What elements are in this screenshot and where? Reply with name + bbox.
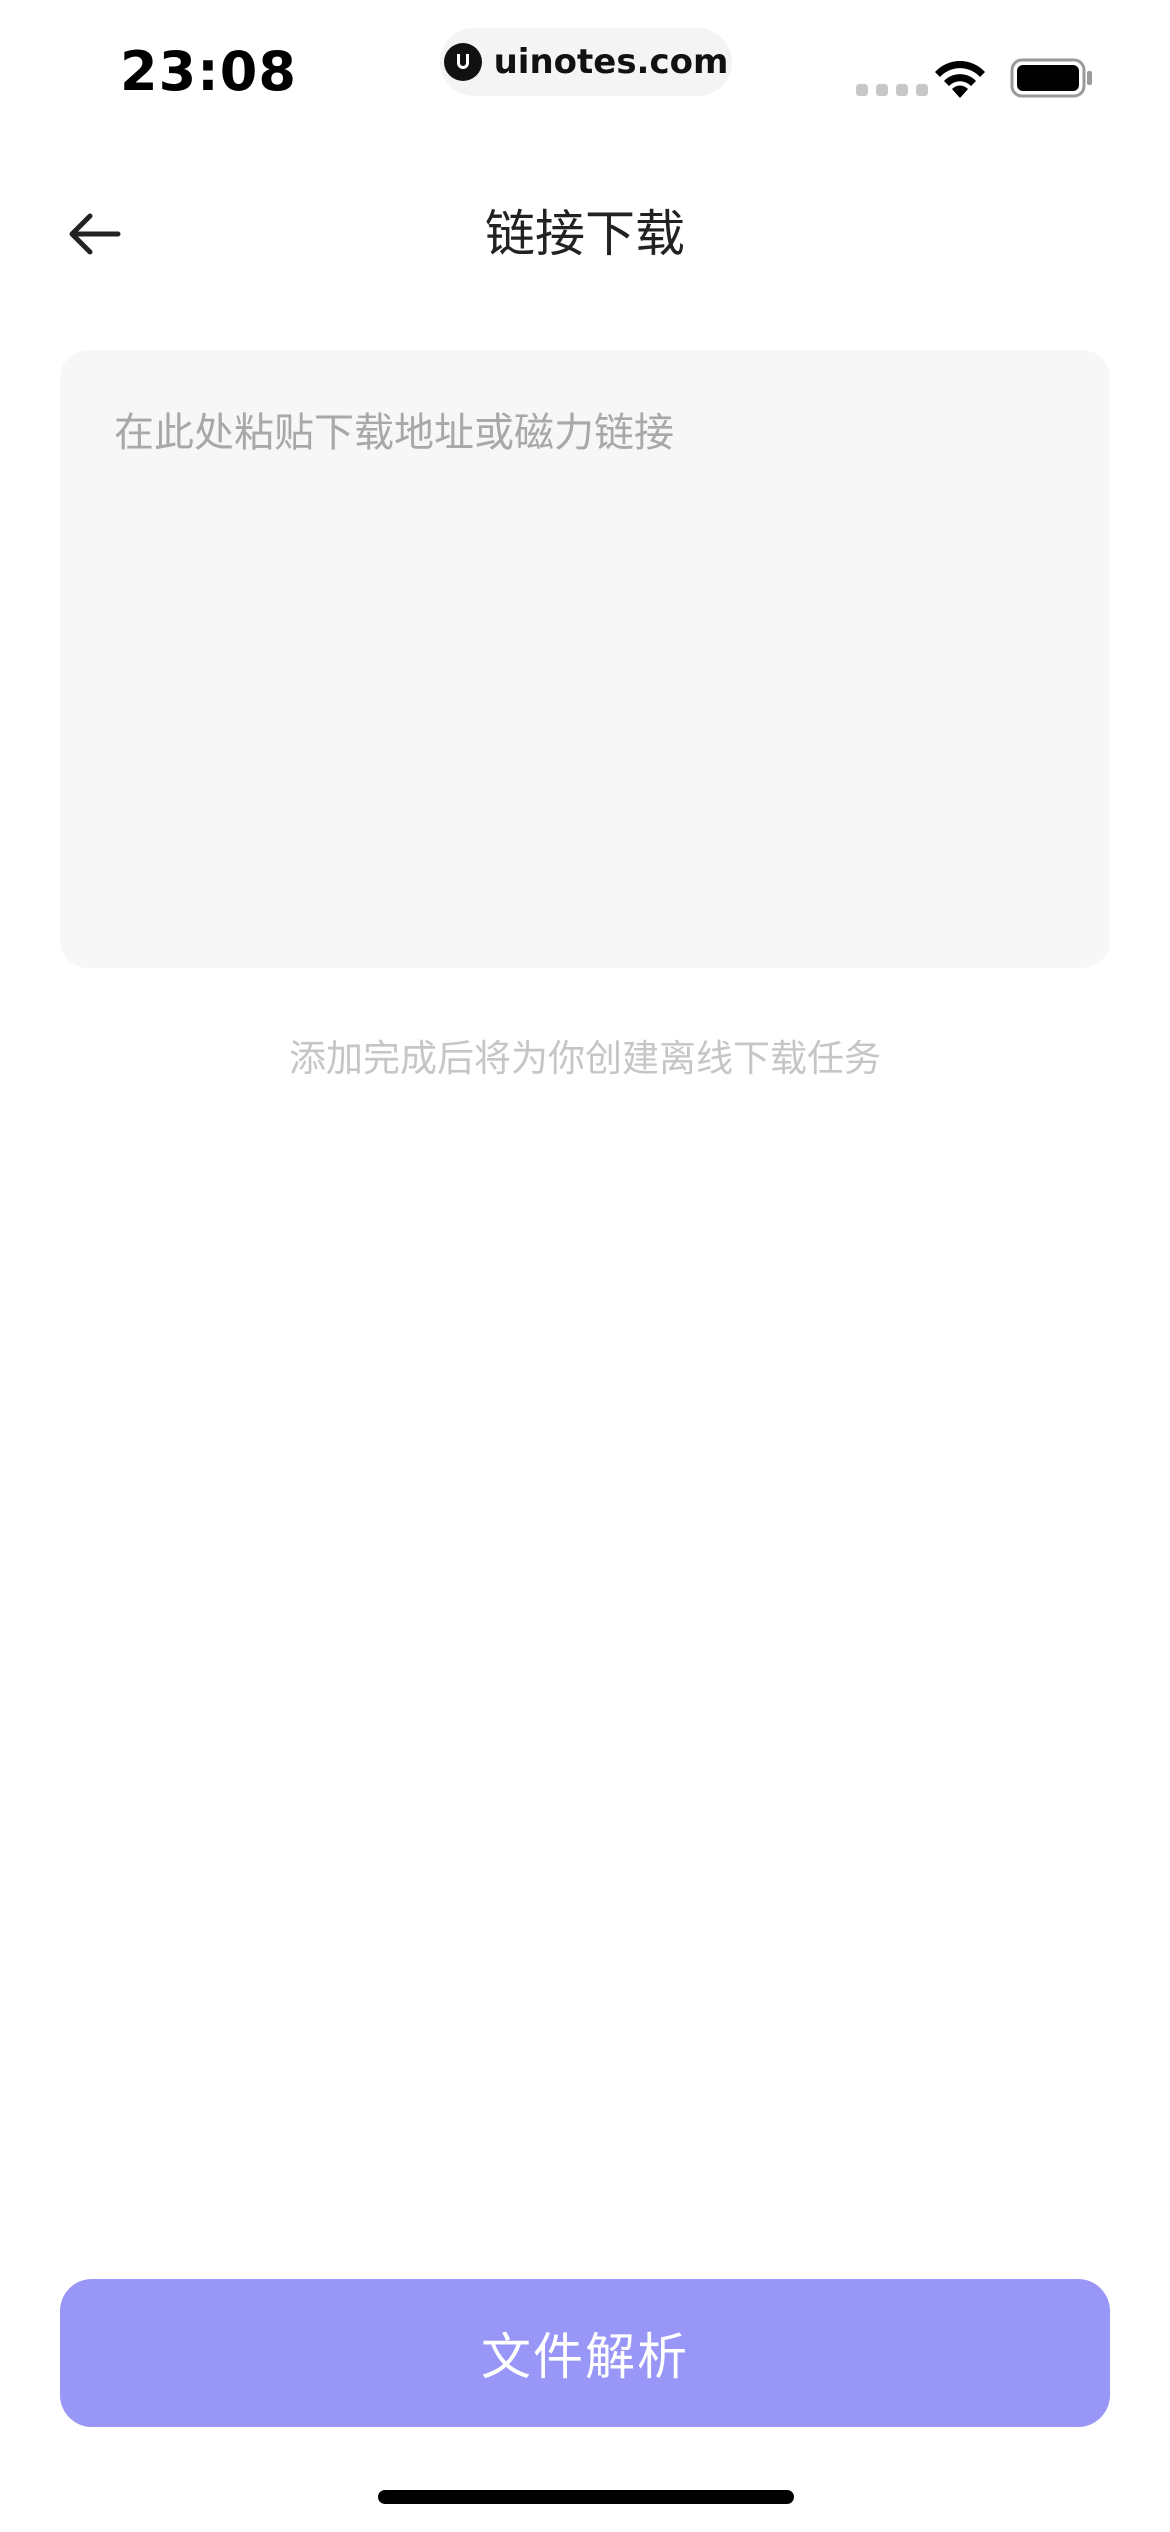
home-indicator[interactable] bbox=[378, 2490, 794, 2504]
page-title: 链接下载 bbox=[485, 205, 685, 263]
back-button[interactable] bbox=[56, 196, 132, 272]
parse-file-button-label: 文件解析 bbox=[481, 2328, 689, 2386]
parse-file-button[interactable]: 文件解析 bbox=[60, 2279, 1110, 2427]
status-bar: 23:08 uinotes.com bbox=[0, 0, 1170, 150]
link-input[interactable] bbox=[60, 350, 1110, 968]
status-time: 23:08 bbox=[120, 40, 297, 103]
url-text: uinotes.com bbox=[493, 42, 729, 82]
wifi-icon bbox=[935, 61, 985, 98]
url-pill[interactable]: uinotes.com bbox=[440, 28, 732, 96]
site-logo-icon bbox=[443, 43, 482, 81]
link-download-screen: 23:08 uinotes.com 链接下载 在此处粘贴下载地址或磁力链接 添加… bbox=[0, 0, 1170, 2532]
hint-text: 添加完成后将为你创建离线下载任务 bbox=[289, 1037, 881, 1080]
arrow-left-icon bbox=[69, 213, 121, 255]
cellular-signal-icon bbox=[856, 84, 928, 96]
battery-icon bbox=[1010, 58, 1092, 98]
